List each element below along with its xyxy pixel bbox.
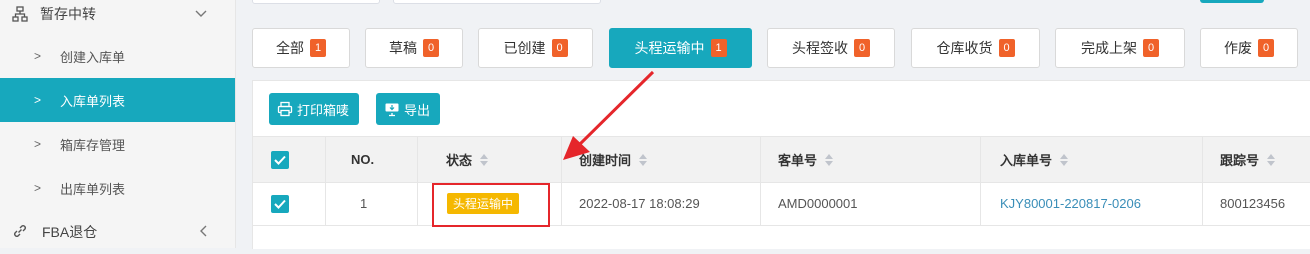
annotation-arrow-icon — [563, 70, 655, 160]
